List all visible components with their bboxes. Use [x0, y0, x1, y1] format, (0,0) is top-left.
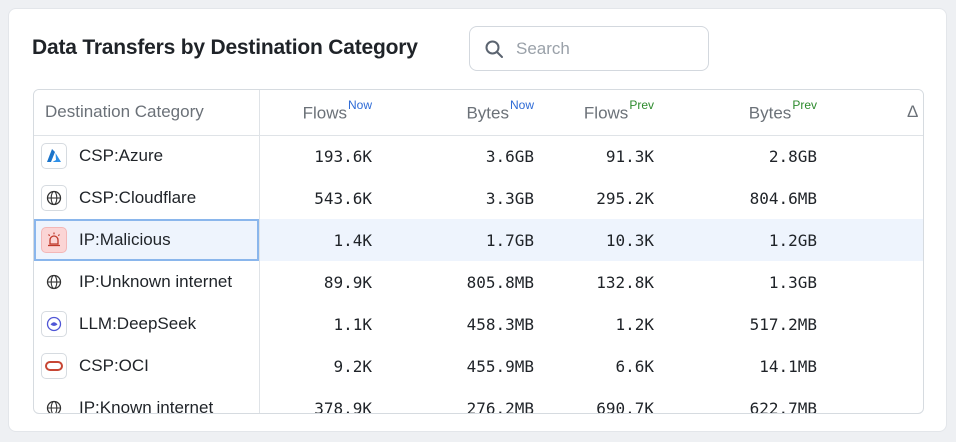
cell-bytes-prev: 804.6MB — [749, 188, 817, 208]
prev-tag: Prev — [629, 97, 654, 112]
cell-category[interactable]: IP:Malicious — [34, 219, 260, 261]
cell-bytes-now: 458.3MB — [466, 314, 534, 334]
cell-bytes-prev: 2.8GB — [768, 146, 817, 166]
cell-delta-flows: ↓ — [829, 303, 923, 345]
header-delta-flows[interactable]: Δ Flo — [829, 90, 923, 136]
cell-flows-prev: 1.2K — [615, 314, 654, 334]
header-bytes-now[interactable]: BytesNow — [384, 90, 546, 136]
cell-bytes-now: 3.6GB — [485, 146, 534, 166]
cell-flows-prev: 690.7K — [596, 398, 654, 414]
header-flows-now-label: Flows — [302, 103, 347, 123]
cell-bytes-prev: 14.1MB — [759, 356, 817, 376]
category-label: IP:Unknown internet — [79, 272, 233, 291]
cell-bytes-now: 1.7GB — [384, 219, 546, 261]
table-row[interactable]: CSP:Azure 193.6K 3.6GB 91.3K 2.8GB ↑ 102 — [34, 135, 923, 177]
header-destination-category[interactable]: Destination Category — [34, 90, 260, 136]
header-flows-prev[interactable]: FlowsPrev — [546, 90, 666, 136]
category-label: IP:Known internet — [79, 398, 214, 414]
cell-bytes-now: 276.2MB — [466, 398, 534, 414]
table-row[interactable]: LLM:DeepSeek 1.1K 458.3MB 1.2K 517.2MB ↓ — [34, 303, 923, 345]
card-title: Data Transfers by Destination Category — [32, 36, 418, 59]
cell-flows-prev: 6.6K — [615, 356, 654, 376]
cell-bytes-prev: 1.3GB — [768, 272, 817, 292]
globe-icon — [41, 269, 67, 295]
now-tag: Now — [347, 97, 372, 112]
header-flows-prev-label: Flows — [583, 103, 629, 123]
category-label: LLM:DeepSeek — [79, 314, 197, 333]
cell-delta-flows: ↑ 2 — [829, 345, 923, 387]
table-row[interactable]: IP:Unknown internet 89.9K 805.8MB 132.8K 1.3… — [34, 261, 923, 303]
header-flows-now[interactable]: FlowsNow — [259, 90, 384, 136]
cell-flows-prev: 295.2K — [596, 188, 654, 208]
cell-flows-now: 1.1K — [333, 314, 372, 334]
cell-flows-now: 89.9K — [323, 272, 372, 292]
globe-icon — [41, 395, 67, 413]
table-row[interactable]: CSP:Cloudflare 543.6K 3.3GB 295.2K 804.6MB ↑ … — [34, 177, 923, 219]
cell-delta-flows: ↑ 248 — [829, 177, 923, 219]
category-label: CSP:Azure — [79, 146, 164, 166]
alarm-icon — [41, 227, 67, 253]
cell-delta-flows: ↓ 311 — [829, 387, 923, 413]
table-row[interactable]: CSP:OCI 9.2K 455.9MB 6.6K 14.1MB ↑ 2 — [34, 345, 923, 387]
cell-bytes-now: 3.3GB — [485, 188, 534, 208]
cell-flows-now: 378.9K — [314, 398, 372, 414]
cell-bytes-prev: 517.2MB — [749, 314, 817, 334]
cell-flows-now: 543.6K — [314, 188, 372, 208]
cell-bytes-prev: 622.7MB — [749, 398, 817, 414]
cell-category[interactable]: CSP:Azure — [34, 135, 260, 177]
azure-icon — [41, 143, 67, 170]
cell-bytes-now: 805.8MB — [466, 272, 534, 292]
data-transfers-card: Data Transfers by Destination Category S… — [8, 8, 947, 432]
header-bytes-prev[interactable]: BytesPrev — [666, 90, 829, 136]
category-label: CSP:Cloudflare — [79, 188, 197, 207]
search-icon — [484, 38, 506, 60]
transfers-table[interactable]: Destination Category FlowsNow BytesNow F… — [33, 89, 924, 414]
category-label: CSP:OCI — [79, 356, 149, 375]
prev-tag: Prev — [792, 97, 817, 112]
cell-flows-now: 193.6K — [314, 146, 372, 166]
cell-bytes-now: 455.9MB — [466, 356, 534, 376]
category-label: IP:Malicious — [79, 230, 171, 249]
cell-flows-now: 9.2K — [333, 356, 372, 376]
cell-category[interactable]: IP:Unknown internet — [34, 261, 260, 303]
search-input[interactable]: Search — [469, 26, 709, 71]
cell-delta-flows: ↓ 42 — [829, 261, 923, 303]
cell-category[interactable]: LLM:DeepSeek — [34, 303, 260, 345]
cell-flows-now: 1.4K — [259, 219, 384, 261]
table-row[interactable]: IP:Malicious 1.4K1.7GB10.3K1.2GB↓ 8 — [34, 219, 923, 261]
cell-category[interactable]: CSP:Cloudflare — [34, 177, 260, 219]
header-bytes-prev-label: Bytes — [748, 103, 792, 123]
globe-icon — [41, 185, 67, 211]
header-bytes-now-label: Bytes — [466, 103, 509, 123]
table-header-row: Destination Category FlowsNow BytesNow F… — [34, 90, 923, 136]
deepseek-icon — [41, 311, 67, 337]
cell-flows-prev: 10.3K — [546, 219, 666, 261]
cell-flows-prev: 91.3K — [605, 146, 654, 166]
cell-delta-flows: ↑ 102 — [829, 135, 923, 177]
cell-category[interactable]: CSP:OCI — [34, 345, 260, 387]
cell-bytes-prev: 1.2GB — [666, 219, 829, 261]
oracle-icon — [41, 353, 67, 379]
cell-flows-prev: 132.8K — [596, 272, 654, 292]
cell-category[interactable]: IP:Known internet — [34, 387, 260, 414]
cell-delta-flows: ↓ 8 — [829, 219, 923, 261]
table-row[interactable]: IP:Known internet 378.9K 276.2MB 690.7K 622.… — [34, 387, 923, 414]
search-placeholder: Search — [516, 38, 570, 58]
now-tag: Now — [509, 97, 534, 112]
